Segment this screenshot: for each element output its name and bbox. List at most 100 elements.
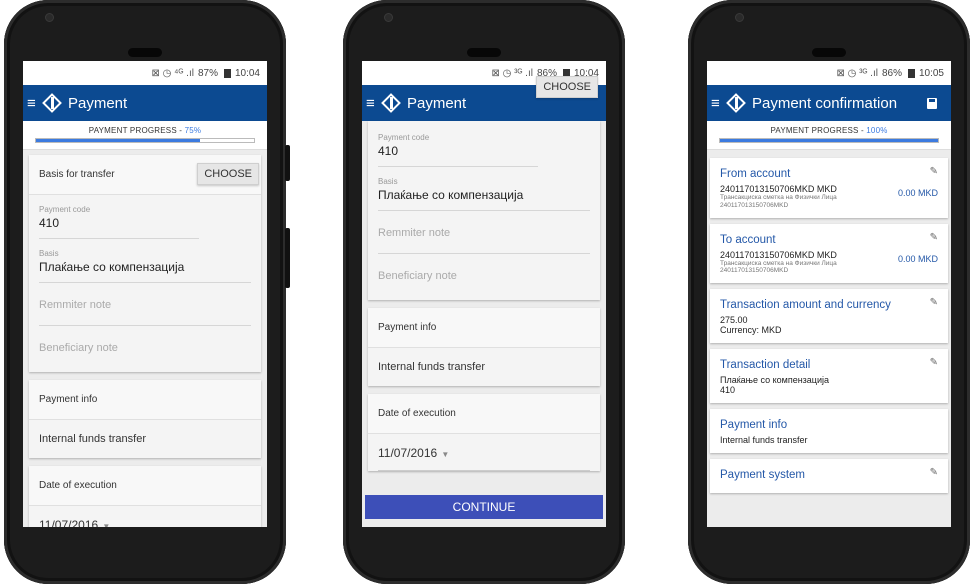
to-account-title: To account — [720, 233, 776, 246]
progress-fill — [36, 139, 200, 142]
basis-label: Basis — [39, 249, 59, 258]
payment-info-title: Payment info — [720, 419, 788, 432]
beneficiary-note-field[interactable]: Beneficiary note — [39, 326, 251, 372]
remitter-note-placeholder: Remmiter note — [378, 227, 451, 239]
progress-percent: 75% — [184, 126, 202, 135]
transaction-detail-title: Transaction detail — [720, 359, 811, 372]
earpiece-speaker — [467, 48, 501, 57]
page-title: Payment — [68, 94, 128, 112]
transaction-detail-card[interactable]: ✎ Transaction detail Плаќање со компенза… — [710, 349, 948, 404]
status-bar: ⊠ ◷ ³ᴳ .ıl 86% 10:05 — [707, 61, 951, 85]
continue-button[interactable]: CONTINUE — [365, 495, 603, 519]
bank-logo-icon — [381, 93, 401, 113]
battery-icon — [223, 68, 231, 78]
date-header: Date of execution — [29, 466, 261, 506]
page-title: Payment — [407, 94, 467, 112]
beneficiary-note-field[interactable]: Beneficiary note — [378, 254, 590, 300]
payment-info-value: Internal funds transfer — [720, 435, 808, 446]
amount-title: Transaction amount and currency — [720, 299, 891, 312]
edit-pencil-icon[interactable]: ✎ — [930, 232, 938, 243]
basis-label: Basis — [378, 177, 398, 186]
progress-fill — [720, 139, 938, 142]
date-card: Date of execution 11/07/2016 ▼ — [368, 394, 600, 471]
bank-logo-icon — [42, 93, 62, 113]
to-account-card[interactable]: ✎ To account 240117013150706MKD MKD 0.00… — [710, 223, 948, 284]
basis-card: Payment code 410 CHOOSE Basis Плаќање со… — [368, 76, 600, 300]
clock: 10:05 — [918, 67, 944, 79]
phone-3: ⊠ ◷ ³ᴳ .ıl 86% 10:05 ≡ Payment confirmat… — [688, 0, 970, 584]
progress-percent: 100% — [866, 126, 888, 135]
menu-icon[interactable]: ≡ — [711, 96, 725, 111]
payment-system-card[interactable]: ✎ Payment system — [710, 459, 948, 494]
date-picker[interactable]: 11/07/2016 ▼ — [39, 506, 251, 527]
side-button — [285, 228, 290, 288]
status-icons: ⊠ ◷ ⁴ᴳ .ıl — [151, 67, 194, 79]
payment-info-card: Payment info Internal funds transfer — [710, 409, 948, 454]
bank-logo-icon — [726, 93, 746, 113]
edit-pencil-icon[interactable]: ✎ — [930, 357, 938, 368]
app-bar: ≡ Payment confirmation — [707, 85, 951, 121]
screen-payment-form-scrolled: ⊠ ◷ ³ᴳ .ıl 86% 10:04 ≡ Payment Payment c… — [362, 61, 606, 527]
battery-level: 86% — [881, 67, 902, 79]
payment-info-header: Payment info — [29, 380, 261, 420]
date-value: 11/07/2016 — [378, 446, 438, 460]
front-camera — [735, 13, 744, 22]
screen-payment-confirmation: ⊠ ◷ ³ᴳ .ıl 86% 10:05 ≡ Payment confirmat… — [707, 61, 951, 527]
choose-button[interactable]: CHOOSE — [536, 76, 598, 98]
battery-level: 87% — [197, 67, 218, 79]
payment-info-card: Payment info Internal funds transfer — [368, 308, 600, 386]
page-title: Payment confirmation — [752, 94, 898, 112]
payment-system-title: Payment system — [720, 469, 805, 482]
edit-pencil-icon[interactable]: ✎ — [930, 297, 938, 308]
from-account-amount: 0.00 MKD — [897, 188, 938, 198]
from-account-title: From account — [720, 168, 791, 180]
edit-pencil-icon[interactable]: ✎ — [930, 467, 938, 478]
to-account-iban: 240117013150706MKD — [720, 267, 789, 275]
payment-progress: PAYMENT PROGRESS - 100% — [707, 121, 951, 150]
beneficiary-note-placeholder: Beneficiary note — [378, 270, 457, 282]
edit-pencil-icon[interactable]: ✎ — [930, 166, 938, 177]
amount-value: 275.00 — [720, 315, 748, 326]
remitter-note-field[interactable]: Remmiter note — [39, 283, 251, 326]
amount-currency: Currency: MKD — [720, 325, 782, 336]
clock: 10:04 — [234, 67, 260, 79]
basis-value: Плаќање со компензација — [378, 188, 524, 202]
transaction-detail-code: 410 — [720, 385, 736, 396]
basis-field[interactable]: Basis Плаќање со компензација — [39, 239, 251, 283]
battery-icon — [907, 68, 915, 78]
payment-info-header: Payment info — [368, 308, 600, 348]
save-icon[interactable] — [927, 97, 937, 109]
payment-code-field[interactable]: Payment code 410 — [378, 121, 538, 167]
progress-label: PAYMENT PROGRESS - 100% — [770, 126, 888, 135]
basis-card: Basis for transfer Payment code 410 CHOO… — [29, 155, 261, 372]
front-camera — [45, 13, 54, 22]
progress-label: PAYMENT PROGRESS - 75% — [88, 126, 202, 135]
dropdown-arrow-icon: ▼ — [100, 522, 111, 527]
payment-info-value[interactable]: Internal funds transfer — [29, 420, 261, 458]
basis-field[interactable]: Basis Плаќање со компензација — [378, 167, 590, 211]
payment-info-value[interactable]: Internal funds transfer — [368, 348, 600, 386]
from-account-iban: 240117013150706MKD — [720, 201, 789, 209]
earpiece-speaker — [812, 48, 846, 57]
amount-card[interactable]: ✎ Transaction amount and currency 275.00… — [710, 289, 948, 344]
payment-code-field[interactable]: Payment code 410 — [39, 195, 199, 239]
earpiece-speaker — [128, 48, 162, 57]
date-header: Date of execution — [368, 394, 600, 434]
menu-icon[interactable]: ≡ — [366, 96, 380, 111]
date-card: Date of execution 11/07/2016 ▼ — [29, 466, 261, 527]
basis-value: Плаќање со компензација — [39, 260, 185, 274]
progress-track — [35, 138, 255, 143]
payment-progress: PAYMENT PROGRESS - 75% — [23, 121, 267, 150]
date-picker[interactable]: 11/07/2016 ▼ — [378, 434, 590, 471]
payment-info-card: Payment info Internal funds transfer — [29, 380, 261, 458]
progress-track — [719, 138, 939, 143]
date-value: 11/07/2016 — [39, 518, 99, 527]
remitter-note-field[interactable]: Remmiter note — [378, 211, 590, 254]
dropdown-arrow-icon: ▼ — [439, 450, 450, 459]
screen-payment-form: ⊠ ◷ ⁴ᴳ .ıl 87% 10:04 ≡ Payment PAYMENT P… — [23, 61, 267, 527]
from-account-card[interactable]: ✎ From account 240117013150706MKD MKD 0.… — [710, 158, 948, 218]
payment-code-value: 410 — [39, 216, 60, 230]
choose-button[interactable]: CHOOSE — [197, 163, 259, 185]
beneficiary-note-placeholder: Beneficiary note — [39, 342, 118, 354]
menu-icon[interactable]: ≡ — [27, 96, 41, 111]
